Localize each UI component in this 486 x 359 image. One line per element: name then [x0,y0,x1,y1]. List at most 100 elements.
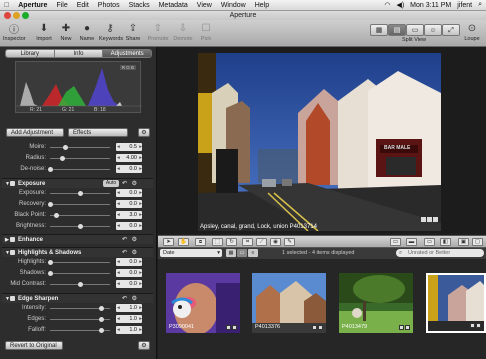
slider-value-field[interactable]: 0.0 [116,280,142,288]
slider-knob[interactable] [99,317,104,322]
slider-value-field[interactable]: 1.0 [116,304,142,312]
slider-track[interactable] [50,282,110,287]
slider-track[interactable] [48,202,110,207]
slider-knob[interactable] [48,260,53,265]
slider-knob[interactable] [48,271,53,276]
viewer-button[interactable]: ▭ [406,24,424,36]
undo-icon[interactable]: ↶ [122,295,127,302]
add-adjustment-popup[interactable]: Add Adjustment [6,128,64,137]
select-tool[interactable]: ➤ [163,238,174,246]
lift-tool[interactable]: ⬚ [212,238,223,246]
gear-icon[interactable]: ⚙ [132,180,137,187]
slider-knob[interactable] [48,202,53,207]
new-button[interactable]: ✚ New [55,22,77,43]
menu-photos[interactable]: Photos [98,2,120,9]
thumbnail-4-selected[interactable] [426,273,486,333]
browser-option-4[interactable]: ◧ [440,238,451,246]
clock[interactable]: Mon 3:11 PM [410,2,451,9]
share-button[interactable]: ⇪ Share [122,22,144,43]
slider-value-field[interactable]: 0.0 [116,269,142,277]
faces-button[interactable]: ☺ [424,24,442,36]
slider-track[interactable] [50,213,110,218]
slider-knob[interactable] [99,306,104,311]
slider-track[interactable] [50,306,110,311]
slider-value-field[interactable]: 0.0 [116,222,142,230]
browser-option-2[interactable]: ▬ [406,238,417,246]
menu-apple-icon[interactable]:  [4,2,9,9]
slider-knob[interactable] [78,224,83,229]
brush-tool[interactable]: ✎ [284,238,295,246]
slider-track[interactable] [50,224,110,229]
revert-to-original-button[interactable]: Revert to Original [5,341,63,350]
promote-button[interactable]: ⇧ Promote [147,22,169,43]
rating-filter-field[interactable]: ⌕ Unrated or Better [396,249,484,257]
menu-metadata[interactable]: Metadata [159,2,188,9]
thumbnail-3[interactable]: P4013479 [339,273,413,333]
effects-popup[interactable]: Effects [68,128,128,137]
histogram-mode[interactable]: R G B [119,65,136,70]
slider-track[interactable] [50,191,110,196]
crop-tool[interactable]: ⌗ [242,238,253,246]
slider-value-field[interactable]: 0.0 [116,200,142,208]
thumbnail-1[interactable]: P3090041 [166,273,240,333]
list-view-button[interactable]: ≡ [248,249,258,257]
slider-knob[interactable] [78,191,83,196]
tab-library[interactable]: Library [6,50,55,57]
split-view-button[interactable]: ▤ [388,24,406,36]
slider-knob[interactable] [60,156,65,161]
sort-popup[interactable]: Date ▾ [160,249,222,257]
slider-track[interactable] [48,260,110,265]
edge-sharpen-checkbox[interactable] [10,296,15,301]
browser-view-button[interactable]: ▦ [370,24,388,36]
main-photo[interactable]: BAR MALE Apsley, canal, grand, Lock, uni… [198,53,441,231]
slider-value-field[interactable]: 0.0 [116,258,142,266]
slider-value-field[interactable]: 0.5 [116,143,142,151]
gear-icon[interactable]: ⚙ [132,295,137,302]
slider-track[interactable] [50,156,110,161]
straighten-tool[interactable]: ⟋ [256,238,267,246]
slider-value-field[interactable]: 3.0 [116,211,142,219]
section-edge-sharpen[interactable]: ▼ Edge Sharpen ↶ ⚙ [2,293,153,303]
section-exposure[interactable]: ▼ Exposure Auto ↶ ⚙ [2,178,153,188]
section-enhance[interactable]: ▶ Enhance ↶ ⚙ [2,234,153,244]
slider-value-field[interactable]: 1.0 [116,315,142,323]
exposure-checkbox[interactable] [10,181,15,186]
slider-knob[interactable] [78,282,83,287]
browser-option-5[interactable]: ▣ [458,238,469,246]
filmstrip-view-button[interactable]: ▭ [237,249,247,257]
slider-knob[interactable] [48,167,53,172]
slider-value-field[interactable]: 1.0 [116,326,142,334]
section-highlights-shadows[interactable]: ▼ Highlights & Shadows ↶ ⚙ [2,247,153,257]
adjustments-gear-button[interactable]: ⚙ [138,128,150,137]
browser-option-3[interactable]: ▭ [424,238,435,246]
gear-icon[interactable]: ⚙ [132,249,137,256]
disclosure-triangle-icon[interactable]: ▶ [5,237,9,243]
thumbnail-2[interactable]: P4013376 [252,273,326,333]
browser-option-1[interactable]: ▭ [390,238,401,246]
undo-icon[interactable]: ↶ [122,236,127,243]
slider-value-field[interactable]: 0.0 [116,189,142,197]
slider-value-field[interactable]: 4.00 [116,154,142,162]
minimize-window-button[interactable] [13,12,20,19]
menu-help[interactable]: Help [255,2,269,9]
spotlight-icon[interactable]: ⌕ [478,1,482,9]
wifi-icon[interactable]: ◠ [384,1,390,9]
rotate-tool[interactable]: ↻ [226,238,237,246]
tab-info[interactable]: Info [54,50,104,57]
undo-icon[interactable]: ↶ [122,180,127,187]
exposure-auto-button[interactable]: Auto [103,180,119,187]
keywords-button[interactable]: ⚷ Keywords [99,22,123,43]
zoom-window-button[interactable] [22,12,29,19]
fullscreen-button[interactable]: ⤢ [442,24,460,36]
slider-track[interactable] [48,167,110,172]
user-name[interactable]: jifent [457,2,472,9]
pick-button[interactable]: ☐ Pick [195,22,217,43]
gear-icon[interactable]: ⚙ [132,236,137,243]
enhance-checkbox[interactable] [10,237,15,242]
redeye-tool[interactable]: ◉ [270,238,281,246]
highlights-checkbox[interactable] [10,250,15,255]
inspector-button[interactable]: ⓘ Inspector [3,22,26,43]
slider-knob[interactable] [63,145,68,150]
volume-icon[interactable]: ◀) [396,1,404,9]
undo-icon[interactable]: ↶ [122,249,127,256]
